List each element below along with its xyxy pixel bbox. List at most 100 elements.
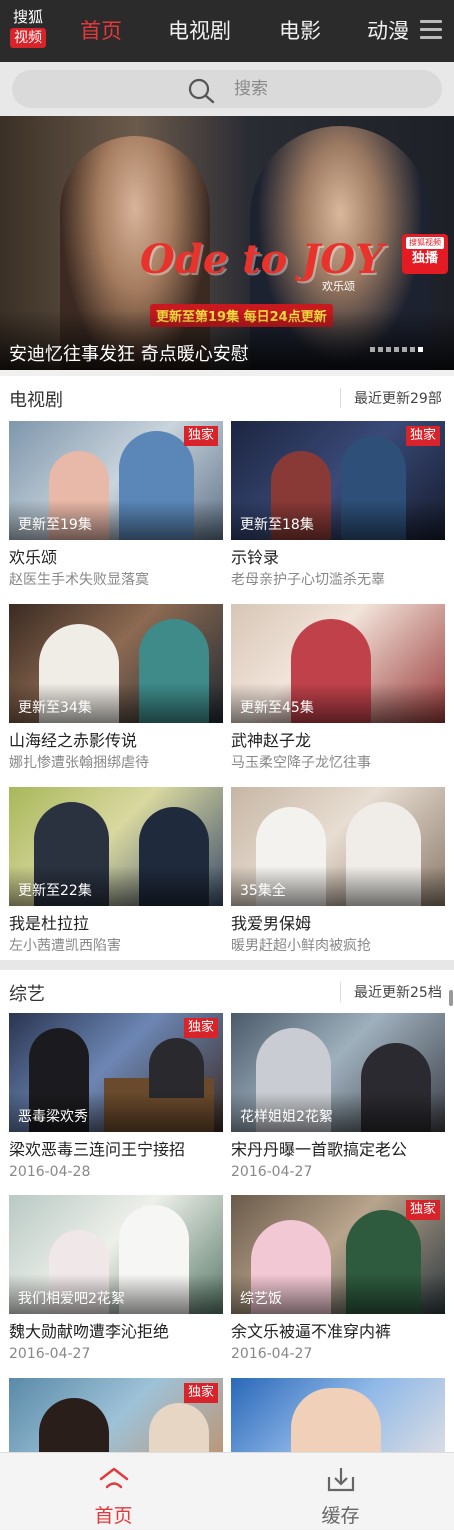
tab-bar-cache[interactable]: 缓存 [227, 1453, 454, 1530]
menu-icon[interactable] [420, 20, 442, 40]
episode-caption: 更新至19集 [18, 517, 92, 533]
top-bar: 搜狐 视频 首页 电视剧 电影 动漫 [0, 0, 454, 62]
video-title: 欢乐颂 [9, 548, 58, 567]
video-thumbnail: 更新至22集 [9, 787, 223, 906]
video-title: 我爱男保姆 [231, 914, 312, 933]
page-dot [378, 347, 383, 352]
video-card[interactable]: 独家 综艺饭 余文乐被逼不准穿内裤 2016-04-27 [231, 1195, 445, 1364]
video-subtitle: 老母亲护子心切滥杀无辜 [231, 572, 385, 588]
section-gap [0, 960, 454, 970]
page-dot [410, 347, 415, 352]
exclusive-tag: 独家 [184, 1383, 218, 1403]
video-subtitle: 娜扎惨遭张翰捆绑虐待 [9, 755, 149, 771]
video-thumbnail: 更新至34集 [9, 604, 223, 723]
video-title: 我是杜拉拉 [9, 914, 90, 933]
section-title: 电视剧 [9, 390, 63, 411]
exclusive-tag: 独家 [184, 426, 218, 446]
video-title: 梁欢恶毒三连问王宁接招 [9, 1140, 186, 1159]
video-card[interactable]: 更新至45集 武神赵子龙 马玉柔空降子龙忆往事 [231, 604, 445, 773]
video-title: 武神赵子龙 [231, 731, 312, 750]
episode-caption: 花样姐姐2花絮 [240, 1109, 333, 1125]
search-icon [188, 78, 215, 104]
video-card[interactable]: 花样姐姐2花絮 宋丹丹曝一首歌搞定老公 2016-04-27 [231, 1013, 445, 1182]
section-header: 电视剧 最近更新29部 [0, 376, 454, 420]
home-icon [99, 1467, 129, 1489]
page-dot [370, 347, 375, 352]
episode-caption: 更新至34集 [18, 700, 92, 716]
video-date: 2016-04-27 [231, 1346, 313, 1362]
tv-series-section: 电视剧 最近更新29部 独家 更新至19集 欢乐颂 赵医生手术失败显落寞 独家 … [0, 376, 454, 960]
tab-anime[interactable]: 动漫 [367, 0, 409, 62]
exclusive-tag: 独家 [406, 426, 440, 446]
page-dot-active [418, 347, 423, 352]
hero-banner[interactable]: Ode to JOY 欢乐颂 更新至第19集 每日24点更新 搜狐视频 独播 [0, 116, 454, 370]
video-title: 宋丹丹曝一首歌搞定老公 [231, 1140, 408, 1159]
video-subtitle: 暖男赶超小鲜肉被疯抢 [231, 938, 371, 954]
video-card[interactable]: 我们相爱吧2花絮 魏大勋献吻遭李沁拒绝 2016-04-27 [9, 1195, 223, 1364]
video-card[interactable]: 独家 恶毒梁欢秀 梁欢恶毒三连问王宁接招 2016-04-28 [9, 1013, 223, 1182]
video-title: 示铃录 [231, 548, 280, 567]
page-dot [386, 347, 391, 352]
video-title: 魏大勋献吻遭李沁拒绝 [9, 1322, 170, 1341]
video-date: 2016-04-27 [231, 1164, 313, 1180]
exclusive-tag: 独家 [184, 1018, 218, 1038]
banner-caption: 安迪忆往事发狂 奇点暖心安慰 [9, 344, 249, 365]
episode-caption: 更新至45集 [240, 700, 314, 716]
search-bar-container: 搜索 [0, 62, 454, 116]
scroll-indicator[interactable] [449, 990, 453, 1006]
video-thumbnail: 独家 综艺饭 [231, 1195, 445, 1314]
episode-caption: 更新至18集 [240, 517, 314, 533]
video-thumbnail: 花样姐姐2花絮 [231, 1013, 445, 1132]
video-card[interactable]: 独家 更新至18集 示铃录 老母亲护子心切滥杀无辜 [231, 421, 445, 590]
video-thumbnail: 更新至45集 [231, 604, 445, 723]
logo-text-bottom: 视频 [10, 28, 46, 48]
video-thumbnail: 我们相爱吧2花絮 [9, 1195, 223, 1314]
episode-caption: 35集全 [240, 883, 286, 899]
episode-caption: 恶毒梁欢秀 [18, 1109, 88, 1125]
tab-home[interactable]: 首页 [80, 0, 122, 62]
video-subtitle: 马玉柔空降子龙忆往事 [231, 755, 371, 771]
search-placeholder: 搜索 [234, 79, 268, 99]
video-thumbnail: 独家 更新至18集 [231, 421, 445, 540]
video-thumbnail: 独家 恶毒梁欢秀 [9, 1013, 223, 1132]
video-subtitle: 左小茜遭凯西陷害 [9, 938, 121, 954]
exclusive-badge: 搜狐视频 独播 [402, 234, 448, 274]
download-icon [327, 1468, 355, 1492]
video-date: 2016-04-28 [9, 1164, 91, 1180]
episode-caption: 综艺饭 [240, 1291, 282, 1307]
tab-bar-home[interactable]: 首页 [0, 1453, 227, 1530]
variety-section: 综艺 最近更新25档 独家 恶毒梁欢秀 梁欢恶毒三连问王宁接招 2016-04-… [0, 970, 454, 1452]
tab-bar-home-label: 首页 [94, 1505, 133, 1527]
video-thumbnail: 独家 更新至19集 [9, 421, 223, 540]
video-card[interactable] [231, 1378, 445, 1452]
banner-title-art: Ode to JOY [140, 236, 384, 283]
video-thumbnail: 35集全 [231, 787, 445, 906]
video-thumbnail [231, 1378, 445, 1452]
video-thumbnail: 独家 [9, 1378, 223, 1452]
page-dot [402, 347, 407, 352]
bottom-tab-bar: 首页 缓存 [0, 1452, 454, 1529]
banner-pagination [370, 337, 426, 352]
tab-bar-cache-label: 缓存 [321, 1505, 360, 1527]
video-subtitle: 赵医生手术失败显落寞 [9, 572, 149, 588]
video-title: 余文乐被逼不准穿内裤 [231, 1322, 392, 1341]
video-date: 2016-04-27 [9, 1346, 91, 1362]
more-link[interactable]: 最近更新29部 [354, 388, 442, 408]
sohu-video-logo[interactable]: 搜狐 视频 [8, 8, 48, 50]
search-input[interactable]: 搜索 [12, 70, 442, 108]
tab-tv-series[interactable]: 电视剧 [168, 0, 231, 62]
episode-caption: 更新至22集 [18, 883, 92, 899]
video-title: 山海经之赤影传说 [9, 731, 138, 750]
video-card[interactable]: 35集全 我爱男保姆 暖男赶超小鲜肉被疯抢 [231, 787, 445, 956]
section-header: 综艺 最近更新25档 [0, 970, 454, 1014]
tab-movies[interactable]: 电影 [279, 0, 321, 62]
section-title: 综艺 [9, 984, 45, 1005]
video-card[interactable]: 独家 更新至19集 欢乐颂 赵医生手术失败显落寞 [9, 421, 223, 590]
episode-caption: 我们相爱吧2花絮 [18, 1291, 125, 1307]
exclusive-tag: 独家 [406, 1200, 440, 1220]
video-card[interactable]: 独家 [9, 1378, 223, 1452]
video-card[interactable]: 更新至34集 山海经之赤影传说 娜扎惨遭张翰捆绑虐待 [9, 604, 223, 773]
video-card[interactable]: 更新至22集 我是杜拉拉 左小茜遭凯西陷害 [9, 787, 223, 956]
more-link[interactable]: 最近更新25档 [354, 982, 442, 1002]
banner-title-cn: 欢乐颂 [322, 280, 355, 293]
